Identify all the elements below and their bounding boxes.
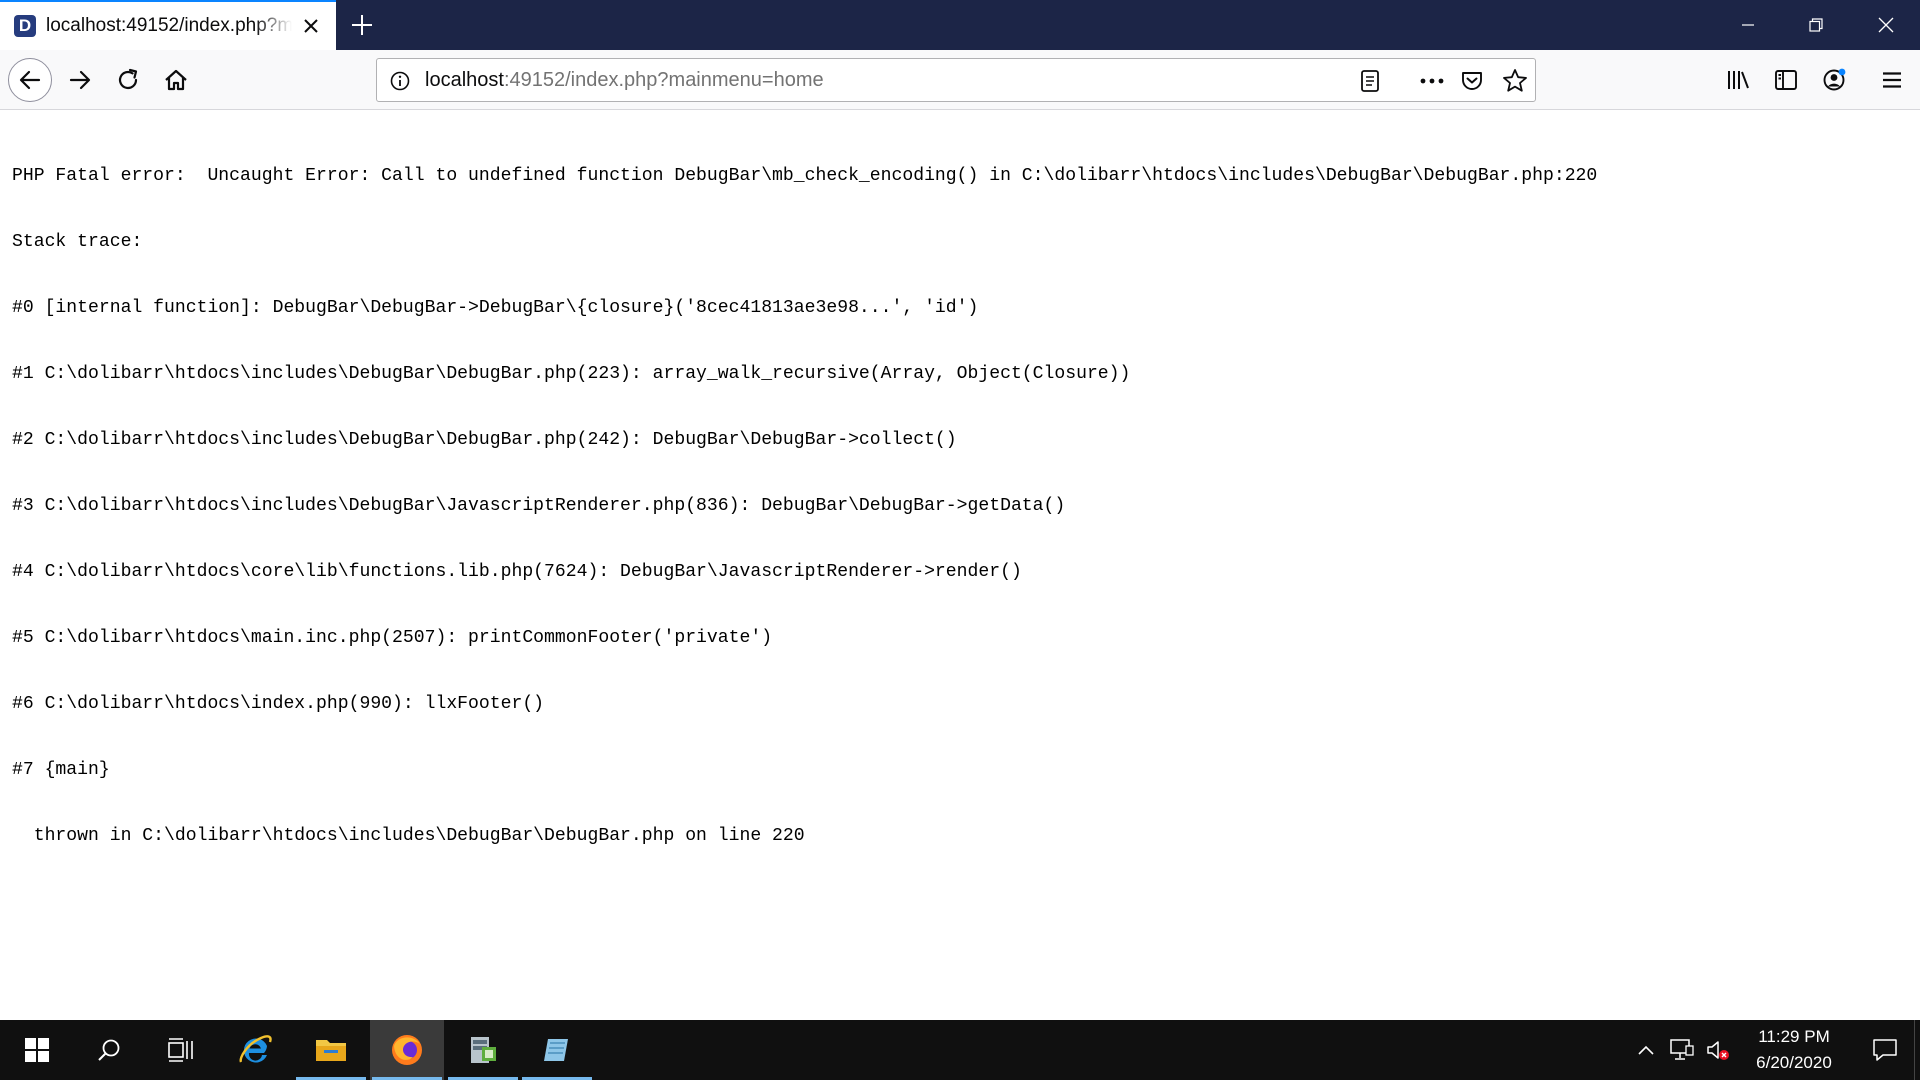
taskbar-search-button[interactable]	[72, 1020, 146, 1080]
browser-navbar: localhost:49152/index.php?mainmenu=home	[0, 50, 1920, 110]
stack-trace-heading: Stack trace:	[12, 232, 143, 252]
restore-icon	[1809, 18, 1823, 32]
account-avatar-icon	[1823, 68, 1846, 91]
network-icon	[1670, 1039, 1694, 1060]
page-actions-more-icon[interactable]	[1417, 68, 1447, 94]
stack-trace-line: #1 C:\dolibarr\htdocs\includes\DebugBar\…	[12, 364, 1131, 384]
hamburger-menu-icon	[1883, 72, 1901, 88]
site-info-icon[interactable]	[389, 70, 411, 92]
stack-trace-line: #6 C:\dolibarr\htdocs\index.php(990): ll…	[12, 694, 545, 714]
pocket-icon[interactable]	[1459, 68, 1485, 94]
tab-title: localhost:49152/index.php?mainmenu=home	[46, 15, 292, 36]
server-manager-icon	[471, 1037, 496, 1063]
home-button[interactable]	[154, 58, 198, 102]
php-error-output: PHP Fatal error: Uncaught Error: Call to…	[12, 121, 1920, 891]
chevron-up-icon	[1638, 1045, 1654, 1055]
window-restore-button[interactable]	[1782, 0, 1850, 50]
taskbar-clock[interactable]: 11:29 PM 6/20/2020	[1732, 1024, 1856, 1076]
sidebar-toggle-button[interactable]	[1770, 64, 1802, 96]
browser-tab-active[interactable]: D localhost:49152/index.php?mainmenu=hom…	[0, 0, 336, 50]
firefox-icon	[392, 1035, 422, 1065]
start-button[interactable]	[0, 1020, 74, 1080]
stack-trace-line: #3 C:\dolibarr\htdocs\includes\DebugBar\…	[12, 496, 1066, 516]
error-message-line: PHP Fatal error: Uncaught Error: Call to…	[12, 166, 1598, 186]
stack-trace-line: #2 C:\dolibarr\htdocs\includes\DebugBar\…	[12, 430, 957, 450]
error-thrown-line: thrown in C:\dolibarr\htdocs\includes\De…	[12, 826, 805, 846]
tab-close-icon[interactable]	[300, 15, 322, 37]
page-content: PHP Fatal error: Uncaught Error: Call to…	[0, 111, 1920, 1020]
file-explorer-button[interactable]	[294, 1020, 368, 1080]
window-close-button[interactable]	[1852, 0, 1920, 50]
forward-button[interactable]	[58, 58, 102, 102]
task-view-icon	[168, 1038, 193, 1062]
volume-tray-button[interactable]	[1704, 1036, 1732, 1064]
reader-view-icon[interactable]	[1357, 68, 1383, 94]
window-minimize-button[interactable]	[1714, 0, 1782, 50]
url-host: localhost	[425, 69, 504, 91]
task-view-button[interactable]	[144, 1020, 218, 1080]
library-button[interactable]	[1722, 64, 1754, 96]
browser-titlebar: D localhost:49152/index.php?mainmenu=hom…	[0, 0, 1920, 50]
network-tray-button[interactable]	[1668, 1036, 1696, 1064]
internet-explorer-icon	[239, 1035, 272, 1063]
search-icon	[98, 1039, 120, 1061]
windows-logo-icon	[25, 1038, 49, 1062]
windows-taskbar: 11:29 PM 6/20/2020	[0, 1020, 1920, 1080]
reload-button[interactable]	[106, 58, 150, 102]
bookmark-star-icon[interactable]	[1501, 67, 1529, 95]
file-explorer-icon	[316, 1040, 346, 1061]
stack-trace-line: #5 C:\dolibarr\htdocs\main.inc.php(2507)…	[12, 628, 773, 648]
close-icon	[1878, 17, 1894, 33]
new-tab-icon[interactable]	[348, 11, 376, 39]
clock-date: 6/20/2020	[1756, 1053, 1832, 1072]
library-icon	[1728, 71, 1749, 89]
action-center-button[interactable]	[1854, 1020, 1916, 1080]
reload-icon	[118, 68, 138, 90]
internet-explorer-button[interactable]	[218, 1020, 292, 1080]
dolibarr-favicon-icon: D	[14, 15, 36, 37]
minimize-icon	[1742, 24, 1754, 26]
arrow-right-icon	[69, 70, 91, 90]
volume-muted-icon	[1707, 1041, 1729, 1060]
address-bar[interactable]: localhost:49152/index.php?mainmenu=home	[376, 58, 1536, 102]
sidebar-icon	[1775, 70, 1797, 90]
firefox-account-button[interactable]	[1818, 64, 1850, 96]
notepad-icon	[544, 1039, 568, 1061]
url-path: :49152/index.php?mainmenu=home	[503, 69, 824, 91]
firefox-taskbar-button[interactable]	[370, 1020, 444, 1080]
arrow-left-icon	[19, 70, 41, 90]
app-menu-button[interactable]	[1876, 64, 1908, 96]
notification-icon	[1873, 1039, 1897, 1061]
notepad-button[interactable]	[520, 1020, 594, 1080]
stack-trace-line: #4 C:\dolibarr\htdocs\core\lib\functions…	[12, 562, 1022, 582]
stack-trace-line: #7 {main}	[12, 760, 110, 780]
show-desktop-button[interactable]	[1914, 1020, 1920, 1080]
stack-trace-line: #0 [internal function]: DebugBar\DebugBa…	[12, 298, 979, 318]
clock-time: 11:29 PM	[1758, 1027, 1830, 1046]
server-manager-button[interactable]	[446, 1020, 520, 1080]
show-hidden-icons-button[interactable]	[1632, 1036, 1660, 1064]
url-text[interactable]: localhost:49152/index.php?mainmenu=home	[425, 59, 824, 101]
home-icon	[165, 69, 187, 91]
back-button[interactable]	[8, 58, 52, 102]
